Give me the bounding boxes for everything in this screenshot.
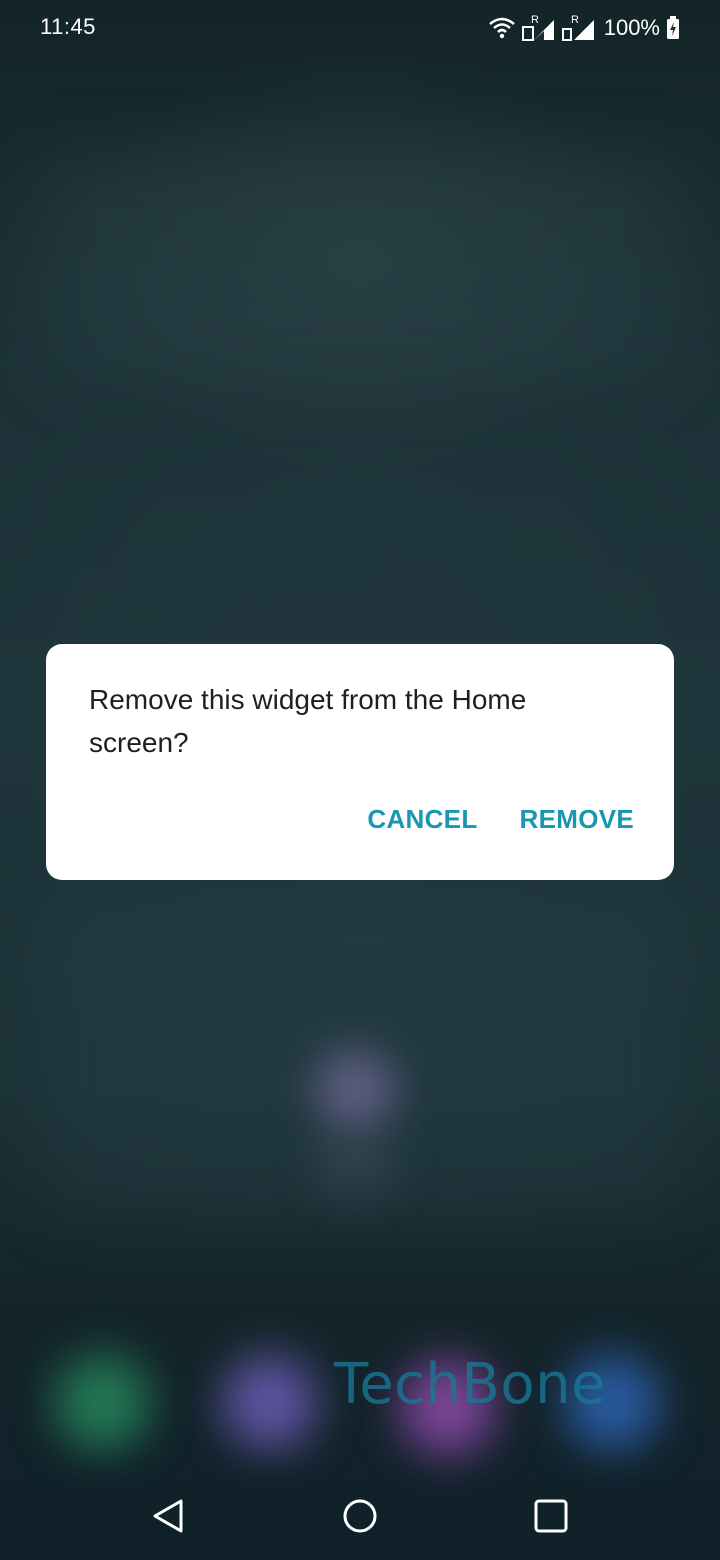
- svg-text:R: R: [531, 14, 539, 26]
- status-icons: R R 100%: [488, 12, 680, 44]
- cancel-button[interactable]: CANCEL: [367, 804, 477, 835]
- status-bar: 11:45 R R 100%: [0, 0, 720, 56]
- home-icon: [342, 1498, 378, 1539]
- watermark: TechBone: [334, 1352, 607, 1417]
- home-button[interactable]: [340, 1498, 380, 1538]
- battery-percentage: 100%: [603, 15, 660, 40]
- status-time: 11:45: [40, 14, 96, 39]
- remove-widget-dialog: Remove this widget from the Home screen?…: [46, 644, 674, 880]
- blurred-app-icon: [315, 1050, 395, 1130]
- wifi-icon: [488, 16, 516, 40]
- dialog-message: Remove this widget from the Home screen?: [89, 684, 527, 758]
- battery-icon: [666, 16, 680, 40]
- recents-icon: [534, 1499, 568, 1538]
- blurred-dock-icon: [222, 1355, 317, 1450]
- svg-text:R: R: [571, 14, 579, 26]
- back-icon: [151, 1498, 185, 1539]
- blurred-app-icon: [315, 1140, 395, 1190]
- recents-button[interactable]: [531, 1498, 571, 1538]
- navigation-bar: [0, 1470, 720, 1560]
- signal-icon: R: [561, 14, 596, 42]
- remove-button[interactable]: REMOVE: [520, 804, 634, 835]
- back-button[interactable]: [148, 1498, 188, 1538]
- signal-icon: R: [521, 14, 556, 42]
- dialog-actions: CANCEL REMOVE: [367, 804, 634, 835]
- blurred-dock-icon: [55, 1355, 150, 1450]
- blurred-widget-area: [40, 150, 680, 380]
